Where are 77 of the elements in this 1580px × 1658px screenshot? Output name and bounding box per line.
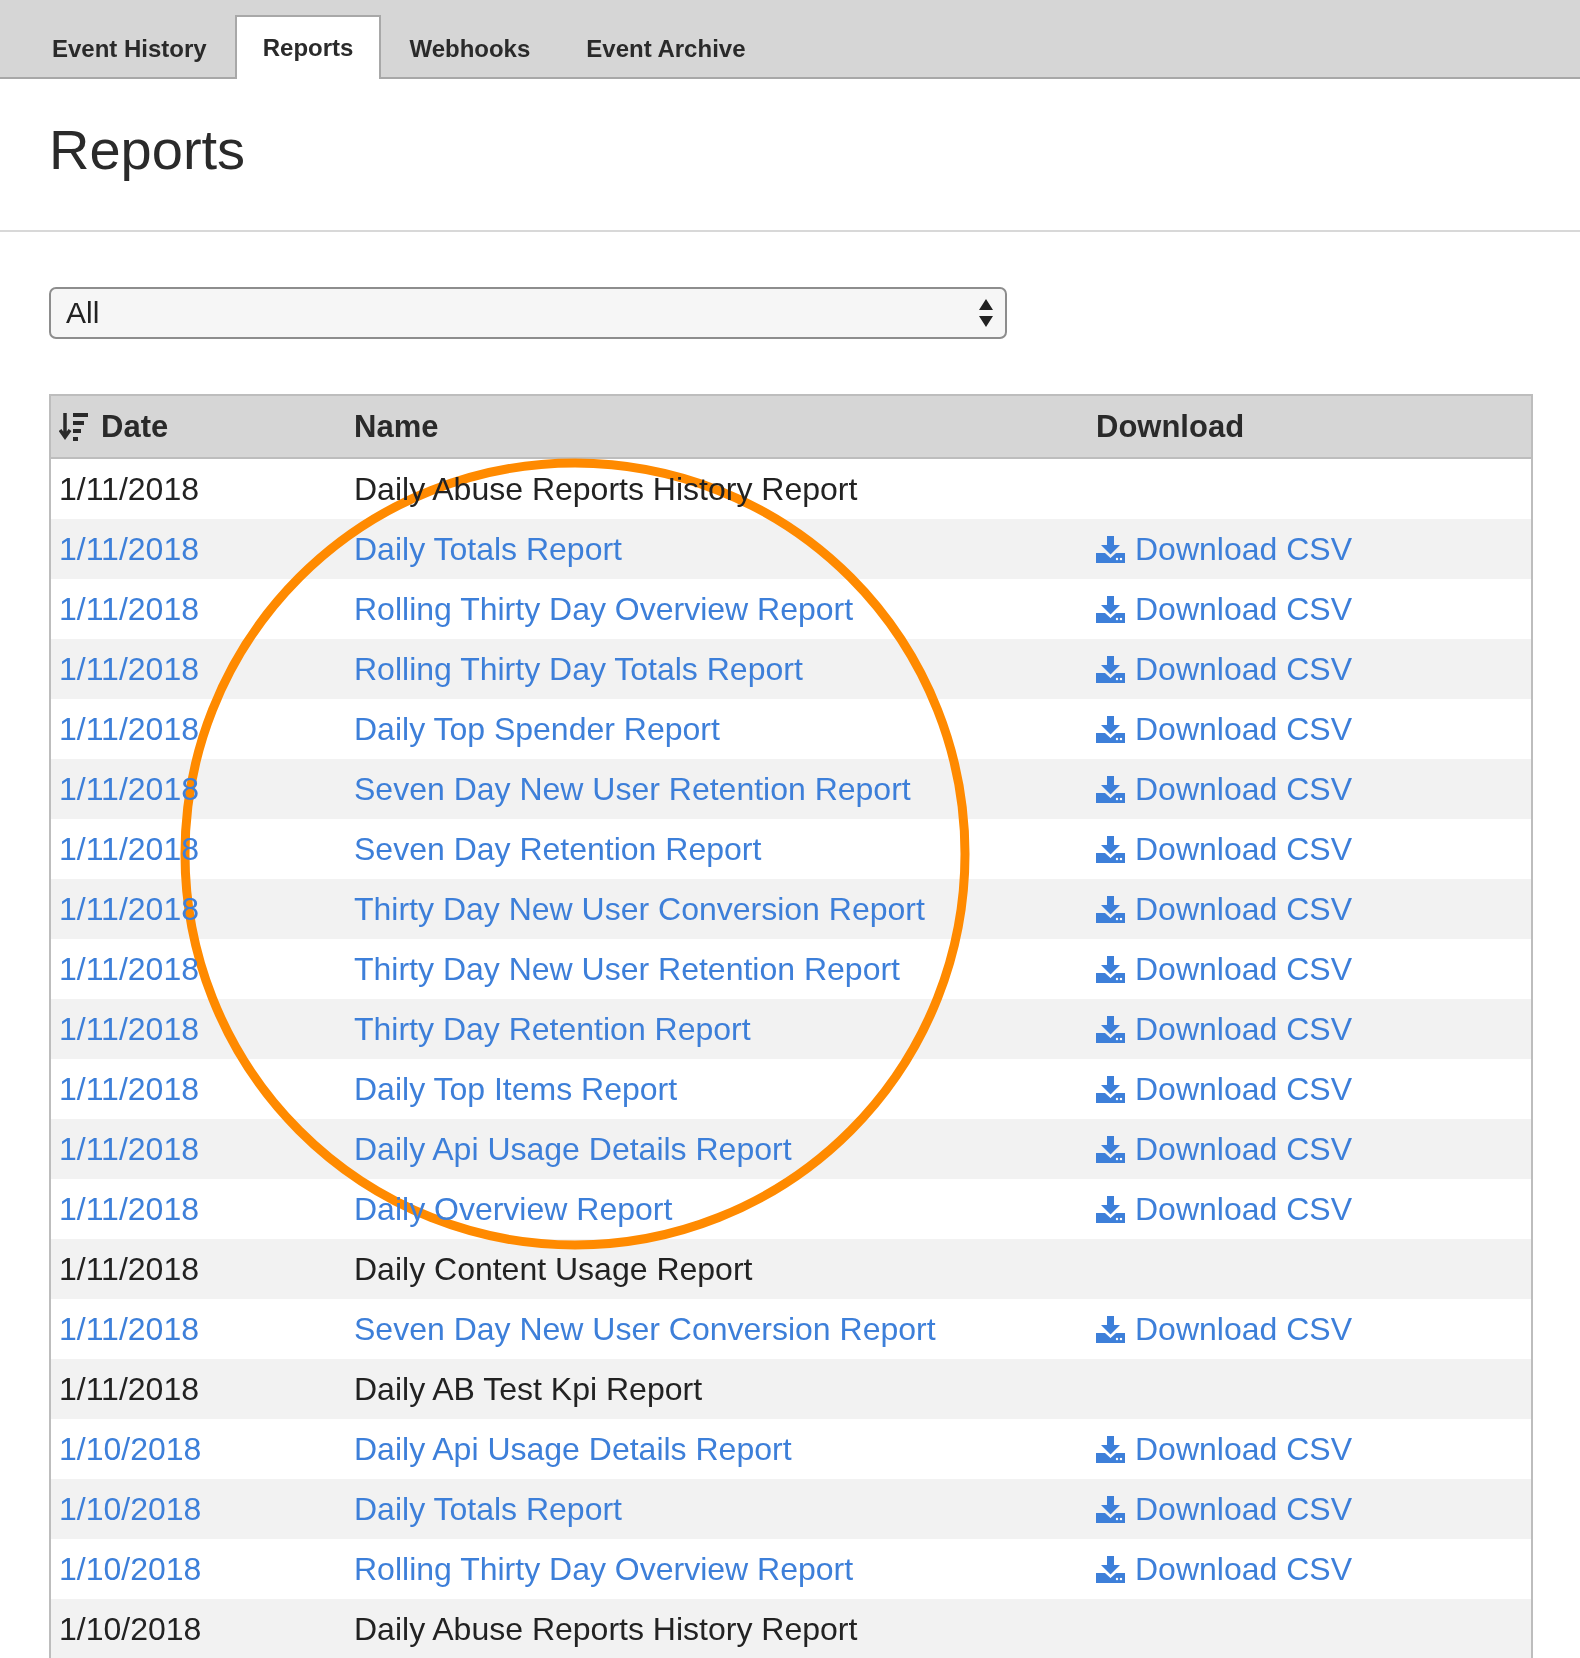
- report-name-link[interactable]: Thirty Day New User Conversion Report: [354, 890, 925, 928]
- report-date-link[interactable]: 1/11/2018: [59, 650, 199, 688]
- tab[interactable]: Reports: [234, 15, 382, 79]
- column-header[interactable]: Date: [101, 408, 169, 445]
- report-name: Daily AB Test Kpi Report: [354, 1370, 702, 1408]
- download-icon: [1096, 955, 1125, 983]
- download-csv-link[interactable]: Download CSV: [1096, 1010, 1352, 1048]
- download-csv-link[interactable]: Download CSV: [1096, 650, 1352, 688]
- download-icon: [1096, 655, 1125, 683]
- report-name-link[interactable]: Thirty Day New User Retention Report: [354, 950, 900, 988]
- report-date-link[interactable]: 1/10/2018: [59, 1430, 202, 1468]
- report-name: Daily Abuse Reports History Report: [354, 1610, 858, 1648]
- report-date-link[interactable]: 1/11/2018: [59, 1310, 199, 1348]
- download-csv-link[interactable]: Download CSV: [1096, 890, 1352, 928]
- report-name-link[interactable]: Rolling Thirty Day Overview Report: [354, 590, 854, 628]
- download-icon: [1096, 1315, 1125, 1343]
- report-name: Daily Content Usage Report: [354, 1250, 753, 1288]
- tab[interactable]: Event History: [24, 17, 235, 79]
- tab[interactable]: Webhooks: [381, 17, 559, 79]
- download-csv-link[interactable]: Download CSV: [1096, 710, 1352, 748]
- report-date: 1/11/2018: [59, 1370, 199, 1408]
- report-name-link[interactable]: Daily Api Usage Details Report: [354, 1130, 792, 1168]
- report-name-link[interactable]: Seven Day Retention Report: [354, 830, 762, 868]
- report-name-link[interactable]: Daily Top Items Report: [354, 1070, 678, 1108]
- download-csv-link[interactable]: Download CSV: [1096, 950, 1352, 988]
- download-icon: [1096, 775, 1125, 803]
- download-icon: [1096, 1195, 1125, 1223]
- sort-icon[interactable]: [59, 410, 89, 443]
- download-csv-link[interactable]: Download CSV: [1096, 530, 1352, 568]
- page-title: Reports: [49, 119, 246, 181]
- report-date-link[interactable]: 1/10/2018: [59, 1550, 202, 1588]
- download-icon: [1096, 1015, 1125, 1043]
- report-name-link[interactable]: Seven Day New User Conversion Report: [354, 1310, 936, 1348]
- report-date-link[interactable]: 1/11/2018: [59, 1190, 199, 1228]
- download-icon: [1096, 1135, 1125, 1163]
- download-icon: [1096, 835, 1125, 863]
- report-name-link[interactable]: Rolling Thirty Day Totals Report: [354, 650, 803, 688]
- report-name-link[interactable]: Daily Api Usage Details Report: [354, 1430, 792, 1468]
- report-date-link[interactable]: 1/11/2018: [59, 1070, 199, 1108]
- report-date-link[interactable]: 1/10/2018: [59, 1490, 202, 1528]
- report-name-link[interactable]: Rolling Thirty Day Overview Report: [354, 1550, 854, 1588]
- report-date-link[interactable]: 1/11/2018: [59, 590, 199, 628]
- download-csv-link[interactable]: Download CSV: [1096, 590, 1352, 628]
- download-icon: [1096, 1495, 1125, 1523]
- download-csv-link[interactable]: Download CSV: [1096, 1550, 1352, 1588]
- report-date-link[interactable]: 1/11/2018: [59, 1130, 199, 1168]
- download-icon: [1096, 595, 1125, 623]
- report-name-link[interactable]: Daily Totals Report: [354, 1490, 622, 1528]
- download-icon: [1096, 535, 1125, 563]
- column-header[interactable]: Name: [354, 408, 439, 445]
- report-date: 1/11/2018: [59, 1250, 199, 1288]
- report-date: 1/11/2018: [59, 470, 199, 508]
- filter-dropdown[interactable]: All: [49, 287, 1007, 339]
- download-csv-link[interactable]: Download CSV: [1096, 1190, 1352, 1228]
- download-csv-link[interactable]: Download CSV: [1096, 1310, 1352, 1348]
- download-csv-link[interactable]: Download CSV: [1096, 1070, 1352, 1108]
- report-date-link[interactable]: 1/11/2018: [59, 530, 199, 568]
- up-down-arrows-icon: [979, 298, 993, 328]
- download-csv-link[interactable]: Download CSV: [1096, 1490, 1352, 1528]
- download-icon: [1096, 1435, 1125, 1463]
- download-csv-link[interactable]: Download CSV: [1096, 770, 1352, 808]
- report-date: 1/10/2018: [59, 1610, 202, 1648]
- tab[interactable]: Event Archive: [558, 17, 774, 79]
- report-date-link[interactable]: 1/11/2018: [59, 710, 199, 748]
- download-csv-link[interactable]: Download CSV: [1096, 830, 1352, 868]
- report-date-link[interactable]: 1/11/2018: [59, 1010, 199, 1048]
- download-csv-link[interactable]: Download CSV: [1096, 1130, 1352, 1168]
- report-date-link[interactable]: 1/11/2018: [59, 950, 199, 988]
- report-name-link[interactable]: Daily Totals Report: [354, 530, 622, 568]
- download-icon: [1096, 895, 1125, 923]
- report-name-link[interactable]: Thirty Day Retention Report: [354, 1010, 751, 1048]
- report-name-link[interactable]: Daily Top Spender Report: [354, 710, 720, 748]
- download-icon: [1096, 1555, 1125, 1583]
- download-icon: [1096, 1075, 1125, 1103]
- download-csv-link[interactable]: Download CSV: [1096, 1430, 1352, 1468]
- report-name-link[interactable]: Seven Day New User Retention Report: [354, 770, 911, 808]
- download-icon: [1096, 715, 1125, 743]
